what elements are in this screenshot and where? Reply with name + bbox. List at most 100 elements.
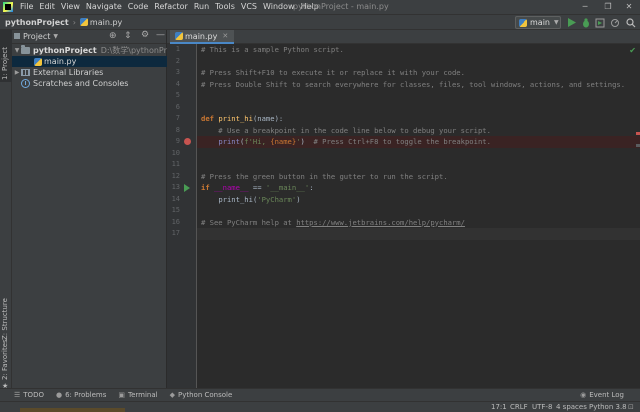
menu-run[interactable]: Run (191, 0, 212, 14)
python-interpreter[interactable]: Python 3.8 (589, 402, 627, 412)
run-configuration-selector[interactable]: main ▼ (515, 16, 561, 29)
tree-file-name: main.py (44, 57, 77, 66)
python-file-icon (79, 18, 88, 26)
scroll-marker[interactable] (636, 144, 640, 147)
code-line-12: # Press the green button in the gutter t… (201, 171, 448, 181)
menu-refactor[interactable]: Refactor (151, 0, 191, 14)
terminal-label: Terminal (128, 391, 158, 399)
gear-icon[interactable]: ⚙ (141, 30, 149, 40)
chevron-down-icon[interactable]: ▼ (53, 33, 58, 40)
navigation-bar: pythonProject › main.py main ▼ (0, 14, 640, 30)
debug-button[interactable] (580, 17, 591, 28)
menu-tools[interactable]: Tools (212, 0, 238, 14)
caret-position[interactable]: 17:1 (491, 402, 507, 412)
profile-button[interactable] (609, 17, 620, 28)
menu-edit[interactable]: Edit (36, 0, 58, 14)
caret-line-highlight (197, 228, 640, 240)
project-tool-label: 1: Project (1, 47, 9, 80)
chevron-right-icon[interactable]: ▶ (13, 67, 21, 78)
tab-label: main.py (185, 31, 218, 41)
line-number: 13 (171, 183, 180, 191)
tree-libraries-label: External Libraries (33, 68, 104, 77)
folder-icon (21, 45, 30, 54)
favorites-tool-label: 2: Favorites (1, 339, 9, 380)
tree-item-project-root[interactable]: ▼ pythonProject D:\数学\pythonProject (12, 45, 186, 56)
breadcrumb-project[interactable]: pythonProject (5, 18, 69, 27)
project-tool-tab[interactable]: 1: Project (0, 30, 12, 82)
file-encoding[interactable]: UTF-8 (532, 402, 552, 412)
code-line-3: # Press Shift+F10 to execute it or repla… (201, 68, 465, 77)
tab-main-py[interactable]: main.py ✕ (170, 30, 235, 44)
menu-vcs[interactable]: VCS (238, 0, 260, 14)
editor-gutter[interactable]: 1 2 3 4 5 6 7 8 9 10 11 12 13 14 15 16 17 (167, 44, 197, 388)
line-number: 2 (175, 56, 180, 65)
terminal-tool-button[interactable]: ▣ Terminal (118, 391, 157, 399)
line-number: 10 (171, 148, 180, 157)
structure-tool-tab[interactable]: Z: Structure (0, 292, 12, 342)
chevron-down-icon: ▼ (554, 19, 559, 26)
favorites-tool-tab[interactable]: 2: Favorites ★ (0, 339, 12, 390)
search-everywhere-button[interactable] (625, 17, 636, 28)
code-line-16: # See PyCharm help at https://www.jetbra… (201, 217, 465, 227)
breadcrumb-file[interactable]: main.py (90, 18, 122, 27)
line-separator[interactable]: CRLF (510, 402, 528, 412)
python-console-icon: ◆ (169, 391, 175, 399)
pycharm-help-link[interactable]: https://www.jetbrains.com/help/pycharm/ (296, 218, 465, 227)
tree-scratches-label: Scratches and Consoles (33, 79, 129, 88)
menu-file[interactable]: File (17, 0, 36, 14)
minimize-button[interactable]: ─ (574, 0, 596, 14)
search-icon (625, 17, 635, 27)
no-problems-check-icon[interactable]: ✔ (629, 46, 636, 55)
code-line-7: def print_hi(name): (201, 114, 284, 123)
menu-window[interactable]: Window (260, 0, 298, 14)
left-tool-stripe: 1: Project Z: Structure 2: Favorites ★ (0, 30, 12, 390)
line-number: 17 (171, 229, 180, 237)
project-tool-window: Project ▼ ⊕ ⇕ ⚙ — ▼ pythonProject D:\数学\… (12, 30, 186, 388)
bottom-tool-bar: ☰ TODO ● 6: Problems ▣ Terminal ◆ Python… (0, 388, 640, 401)
breakpoint-scroll-marker[interactable] (636, 132, 640, 135)
run-icon (567, 18, 576, 27)
menu-code[interactable]: Code (125, 0, 151, 14)
close-tab-icon[interactable]: ✕ (222, 32, 228, 40)
line-number: 16 (171, 217, 180, 226)
line-number: 6 (175, 102, 180, 111)
maximize-button[interactable]: ❐ (597, 0, 619, 14)
breakpoint-icon[interactable] (184, 138, 191, 146)
line-number: 3 (175, 68, 180, 76)
python-file-icon (34, 57, 42, 66)
todo-tool-button[interactable]: ☰ TODO (14, 391, 44, 399)
python-file-icon (175, 32, 183, 40)
close-window-button[interactable]: ✕ (618, 0, 640, 14)
line-number: 8 (175, 125, 180, 134)
debug-bug-icon (582, 17, 589, 27)
structure-tool-label: Z: Structure (1, 298, 9, 340)
hide-panel-icon[interactable]: — (156, 30, 165, 40)
project-panel-title[interactable]: Project (23, 32, 50, 41)
run-config-label: main (530, 18, 550, 27)
project-panel-header: Project ▼ ⊕ ⇕ ⚙ — (12, 30, 166, 44)
run-gutter-icon[interactable] (184, 183, 190, 192)
run-with-coverage-button[interactable] (594, 17, 605, 28)
menu-navigate[interactable]: Navigate (83, 0, 125, 14)
problems-icon: ● (55, 391, 63, 399)
line-number: 12 (171, 171, 180, 180)
chevron-down-icon[interactable]: ▼ (13, 45, 21, 56)
tree-item-external-libraries[interactable]: ▶ External Libraries (12, 67, 104, 78)
indent-setting[interactable]: 4 spaces (556, 402, 587, 412)
code-line-8: # Use a breakpoint in the code line belo… (201, 125, 491, 135)
code-line-13: if __name__ == '__main__': (201, 183, 314, 192)
profile-icon (610, 18, 619, 27)
lock-icon[interactable]: ⊡ (628, 402, 634, 412)
python-console-tool-button[interactable]: ◆ Python Console (170, 391, 233, 399)
run-button[interactable] (566, 17, 577, 28)
code-editor[interactable]: ✔ # This is a sample Python script. # Pr… (197, 44, 640, 388)
tree-item-scratches[interactable]: Scratches and Consoles (12, 78, 128, 89)
menu-bar: File Edit View Navigate Code Refactor Ru… (0, 0, 640, 14)
problems-tool-button[interactable]: ● 6: Problems (56, 391, 106, 399)
line-number: 7 (175, 114, 180, 122)
collapse-all-icon[interactable]: ⇕ (124, 31, 132, 41)
locate-file-icon[interactable]: ⊕ (109, 31, 117, 41)
problems-label: 6: Problems (65, 391, 107, 399)
tree-item-main-py[interactable]: main.py (12, 56, 167, 67)
menu-view[interactable]: View (58, 0, 83, 14)
